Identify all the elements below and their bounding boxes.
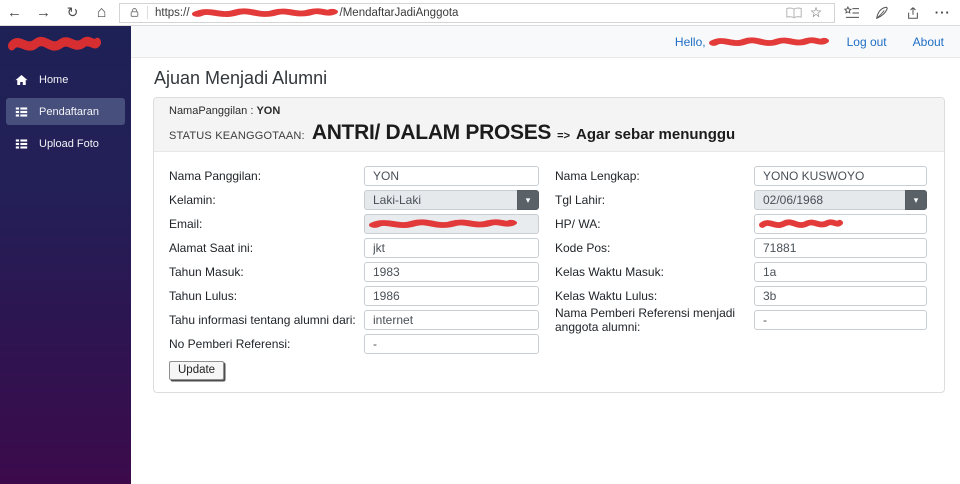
form-row-kelas-waktu-lulus: Kelas Waktu Lulus: <box>555 286 927 306</box>
label-no-pemberi-referensi: No Pemberi Referensi: <box>169 337 291 351</box>
chevron-down-icon[interactable]: ▾ <box>905 190 927 210</box>
redaction-scribble-logo <box>8 33 101 54</box>
input-tahu-informasi-tentang-alumni-dari[interactable] <box>364 310 539 330</box>
back-icon[interactable]: ← <box>0 0 29 26</box>
select-kelamin[interactable]: Laki-Laki ▾ <box>364 190 539 210</box>
application-card: NamaPanggilan : YON STATUS KEANGGOTAAN: … <box>153 97 945 393</box>
list-icon <box>15 105 30 118</box>
top-navbar: Hello, Log out About <box>131 26 960 58</box>
form-row-email: Email: <box>169 214 539 234</box>
about-link[interactable]: About <box>913 35 944 49</box>
status-value: ANTRI/ DALAM PROSES <box>311 121 552 144</box>
more-options-icon[interactable]: ··· <box>930 0 956 26</box>
redaction-scribble-email <box>369 217 517 230</box>
label-tahun-masuk: Tahun Masuk: <box>169 265 244 279</box>
sidebar-item-upload-foto[interactable]: Upload Foto <box>6 130 125 157</box>
form-column-right: Nama Lengkap: Tgl Lahir: 02/06/1968▾ HP/ WA… <box>555 166 927 380</box>
sidebar-menu: Home Pendaftaran Upload Foto <box>0 58 131 157</box>
input-nama-panggilan[interactable] <box>364 166 539 186</box>
form-row-kelamin: Kelamin: Laki-Laki ▾ <box>169 190 539 210</box>
form-row-kode-pos: Kode Pos: <box>555 238 927 258</box>
sidebar-logo <box>0 26 131 58</box>
list-icon <box>15 137 30 150</box>
address-divider <box>147 6 148 19</box>
label-nama-panggilan: Nama Panggilan: <box>169 169 262 183</box>
select-value-kelamin: Laki-Laki <box>364 190 517 210</box>
status-note: Agar sebar menunggu <box>576 126 736 143</box>
input-nama-lengkap[interactable] <box>754 166 927 186</box>
redaction-scribble-username <box>708 35 829 48</box>
nickname-value: YON <box>256 105 281 117</box>
sidebar-item-label: Home <box>39 73 69 86</box>
label-tahu-informasi-tentang-alumni-dari: Tahu informasi tentang alumni dari: <box>169 313 356 327</box>
form-row-tahun-lulus: Tahun Lulus: <box>169 286 539 306</box>
home-icon <box>15 73 30 86</box>
form-row-tgl-lahir: Tgl Lahir: 02/06/1968 ▾ <box>555 190 927 210</box>
form-row-no-pemberi-referensi: No Pemberi Referensi: <box>169 334 539 354</box>
label-email: Email: <box>169 217 203 231</box>
share-icon[interactable] <box>900 0 926 26</box>
input-no-pemberi-referensi[interactable] <box>364 334 539 354</box>
form-row-nama-panggilan: Nama Panggilan: <box>169 166 539 186</box>
label-nama-pemberi-referensi-menjadi-anggota-alumni: Nama Pemberi Referensi menjadi anggota a… <box>555 306 736 334</box>
sidebar-item-home[interactable]: Home <box>6 66 125 93</box>
toolbar-right-icons: ··· <box>835 0 960 26</box>
label-nama-lengkap: Nama Lengkap: <box>555 169 640 183</box>
input-kelas-waktu-lulus[interactable] <box>754 286 927 306</box>
sidebar-item-label: Pendaftaran <box>39 105 99 118</box>
favorite-star-icon[interactable]: ☆ <box>805 3 827 23</box>
status-arrow: => <box>557 130 570 142</box>
label-hp-wa: HP/ WA: <box>555 217 601 231</box>
form-body: Nama Panggilan:Kelamin:Laki-Laki▾Email: … <box>154 152 944 392</box>
input-nama-pemberi-referensi-menjadi-anggota-alumni[interactable] <box>754 310 927 330</box>
form-row-hp-wa: HP/ WA: <box>555 214 927 234</box>
lock-icon <box>127 3 141 23</box>
forward-icon[interactable]: → <box>29 0 58 26</box>
input-kode-pos[interactable] <box>754 238 927 258</box>
browser-toolbar: ← → ↻ ⌂ https:// /MendaftarJadiAnggota ☆ <box>0 0 960 26</box>
redaction-scribble-hp-wa <box>759 217 843 230</box>
logout-link[interactable]: Log out <box>847 35 887 49</box>
sidebar: Home Pendaftaran Upload Foto <box>0 26 131 484</box>
chevron-down-icon[interactable]: ▾ <box>517 190 539 210</box>
input-alamat-saat-ini[interactable] <box>364 238 539 258</box>
select-value-tgl-lahir: 02/06/1968 <box>754 190 905 210</box>
greeting-user-link[interactable]: Hello, <box>675 35 706 49</box>
refresh-icon[interactable]: ↻ <box>58 0 87 26</box>
address-bar[interactable]: https:// /MendaftarJadiAnggota ☆ <box>119 2 835 23</box>
form-column-left: Nama Panggilan:Kelamin:Laki-Laki▾Email: … <box>169 166 539 380</box>
ink-pen-icon[interactable] <box>869 0 895 26</box>
reading-view-icon[interactable] <box>783 3 805 23</box>
nickname-line: NamaPanggilan : YON <box>169 105 281 117</box>
url-text: https:// /MendaftarJadiAnggota <box>155 6 459 19</box>
form-row-alamat-saat-ini: Alamat Saat ini: <box>169 238 539 258</box>
home-icon[interactable]: ⌂ <box>87 0 116 26</box>
label-tahun-lulus: Tahun Lulus: <box>169 289 238 303</box>
form-row-nama-lengkap: Nama Lengkap: <box>555 166 927 186</box>
form-row-tahu-informasi-tentang-alumni-dari: Tahu informasi tentang alumni dari: <box>169 310 539 330</box>
form-row-tahun-masuk: Tahun Masuk: <box>169 262 539 282</box>
status-panel: NamaPanggilan : YON STATUS KEANGGOTAAN: … <box>154 98 944 152</box>
favorites-hub-icon[interactable] <box>839 0 865 26</box>
label-alamat-saat-ini: Alamat Saat ini: <box>169 241 254 255</box>
label-tgl-lahir: Tgl Lahir: <box>555 193 606 207</box>
page-title: Ajuan Menjadi Alumni <box>154 68 328 88</box>
label-kelamin: Kelamin: <box>169 193 216 207</box>
sidebar-item-label: Upload Foto <box>39 137 99 150</box>
redaction-scribble-url <box>191 6 338 19</box>
form-row-nama-pemberi-referensi-menjadi-anggota-alumni: Nama Pemberi Referensi menjadi anggota a… <box>555 306 927 334</box>
label-kelas-waktu-lulus: Kelas Waktu Lulus: <box>555 289 658 303</box>
label-kelas-waktu-masuk: Kelas Waktu Masuk: <box>555 265 664 279</box>
sidebar-item-pendaftaran[interactable]: Pendaftaran <box>6 98 125 125</box>
select-tgl-lahir[interactable]: 02/06/1968 ▾ <box>754 190 927 210</box>
label-kode-pos: Kode Pos: <box>555 241 611 255</box>
update-button[interactable]: Update <box>169 361 225 380</box>
input-tahun-masuk[interactable] <box>364 262 539 282</box>
membership-status-line: STATUS KEANGGOTAAN: ANTRI/ DALAM PROSES … <box>169 121 736 144</box>
input-tahun-lulus[interactable] <box>364 286 539 306</box>
input-kelas-waktu-masuk[interactable] <box>754 262 927 282</box>
form-row-kelas-waktu-masuk: Kelas Waktu Masuk: <box>555 262 927 282</box>
